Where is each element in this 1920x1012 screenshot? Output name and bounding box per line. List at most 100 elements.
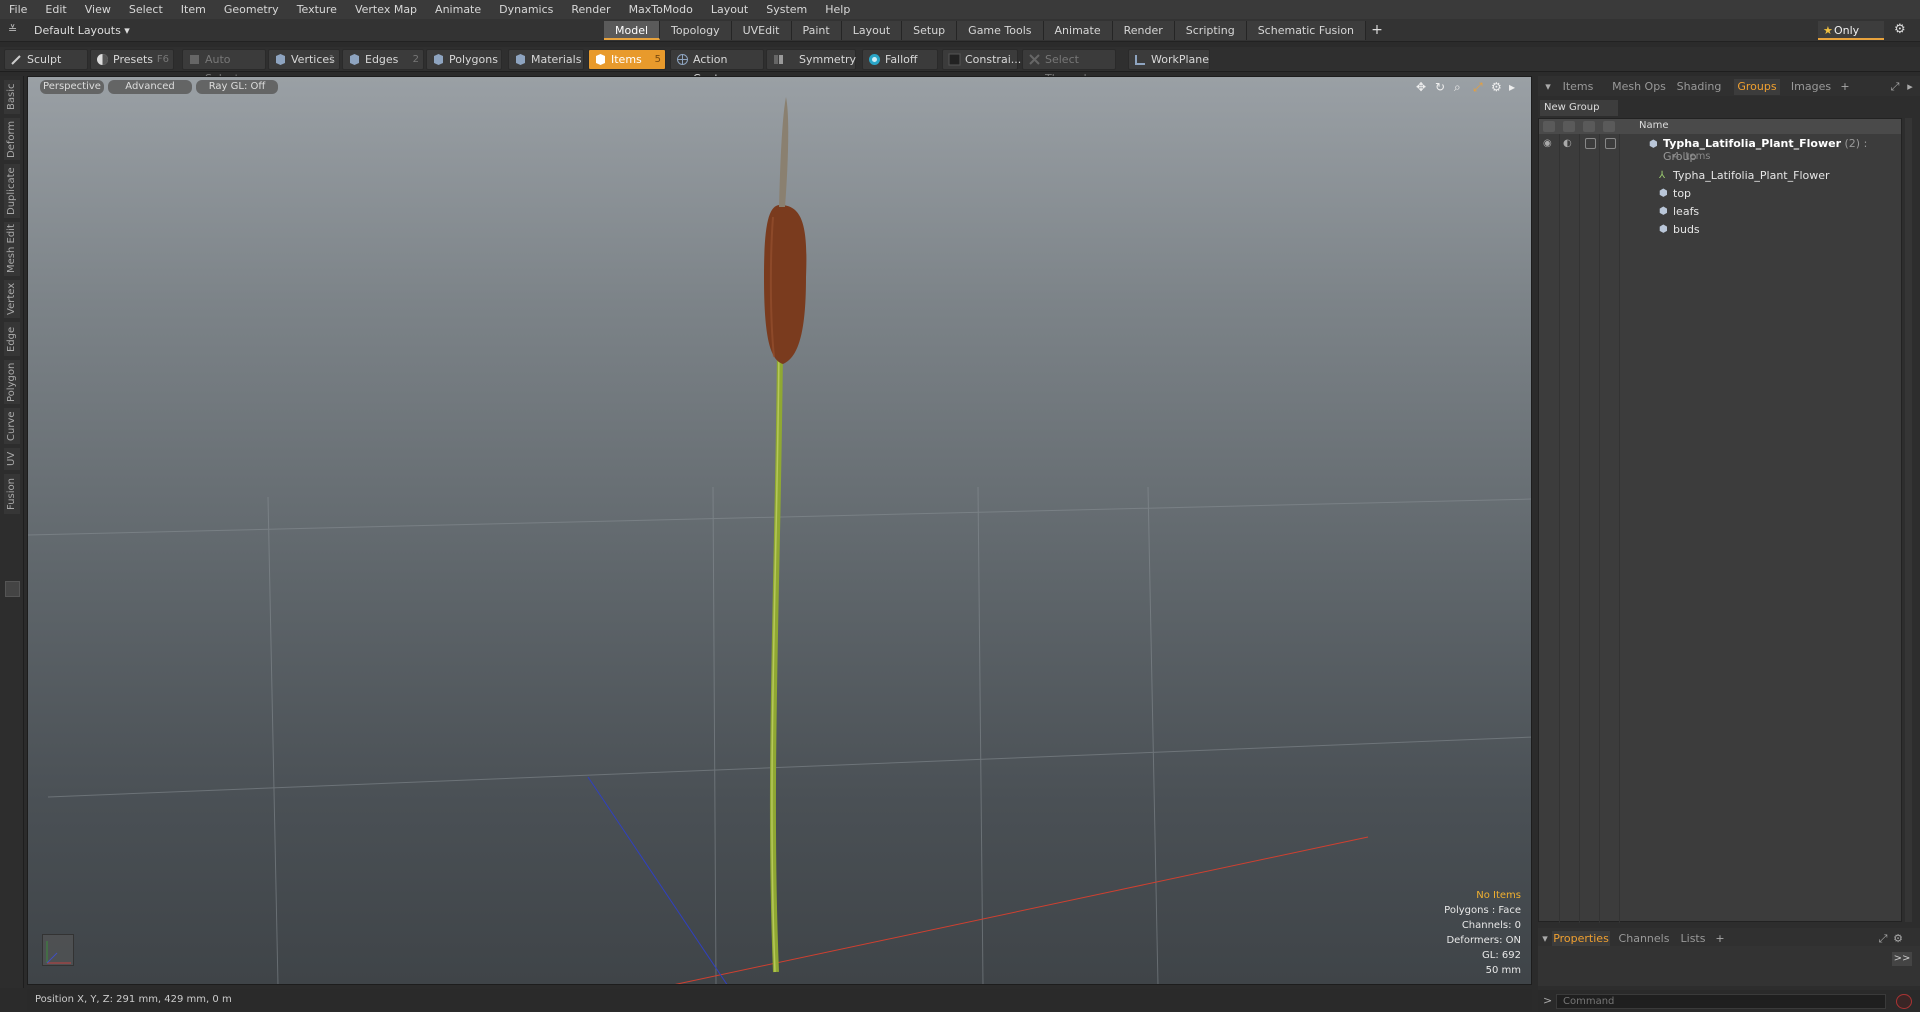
shading-advanced[interactable]: Advanced xyxy=(108,80,192,94)
falloff-button[interactable]: Falloff xyxy=(862,49,938,70)
vertices-button[interactable]: Vertices 1 xyxy=(268,49,340,70)
list-item[interactable]: ⬢ leafs xyxy=(1539,203,1901,221)
layout-dropdown[interactable]: Default Layouts ▾ xyxy=(26,22,138,39)
tab-animate[interactable]: Animate xyxy=(1043,21,1113,40)
command-input[interactable] xyxy=(1556,994,1886,1009)
panel-arrow-icon[interactable]: ▸ xyxy=(1904,79,1916,95)
menu-view[interactable]: View xyxy=(76,0,120,19)
tab-model[interactable]: Model xyxy=(604,21,661,40)
select-header-icon[interactable] xyxy=(1603,121,1615,132)
add-tab-button[interactable]: + xyxy=(1366,21,1388,40)
tab-game-tools[interactable]: Game Tools xyxy=(957,21,1044,40)
menu-select[interactable]: Select xyxy=(120,0,172,19)
menu-geometry[interactable]: Geometry xyxy=(215,0,288,19)
lock-header-icon[interactable] xyxy=(1583,121,1595,132)
polygons-button[interactable]: Polygons xyxy=(426,49,502,70)
vtab-edge[interactable]: Edge xyxy=(4,322,20,356)
name-column-header[interactable]: Name xyxy=(1639,120,1669,131)
props-menu-icon[interactable]: ▾ xyxy=(1540,931,1550,947)
tab-uvedit[interactable]: UVEdit xyxy=(731,21,792,40)
eye-icon[interactable]: ◉ xyxy=(1543,138,1555,149)
viewport-menu-icon[interactable]: ▸ xyxy=(1509,80,1515,94)
vtab-deform[interactable]: Deform xyxy=(4,118,20,160)
tab-items[interactable]: Items xyxy=(1558,79,1598,95)
view-mode-perspective[interactable]: Perspective xyxy=(40,80,104,94)
props-gear-icon[interactable]: ⚙ xyxy=(1892,931,1904,947)
list-item[interactable]: ⬢ buds xyxy=(1539,221,1901,239)
gear-icon[interactable]: ⚙ xyxy=(1894,22,1906,37)
action-center-button[interactable]: Action Center xyxy=(670,49,764,85)
menu-vertex-map[interactable]: Vertex Map xyxy=(346,0,426,19)
expand-button[interactable]: >> xyxy=(1892,952,1912,966)
maximize-icon[interactable]: ⤢ xyxy=(1888,79,1902,95)
tab-topology[interactable]: Topology xyxy=(660,21,732,40)
raygl-toggle[interactable]: Ray GL: Off xyxy=(196,80,278,94)
only-button[interactable]: ★ Only xyxy=(1818,21,1884,40)
tab-lists[interactable]: Lists xyxy=(1678,931,1708,947)
vtab-mesh-edit[interactable]: Mesh Edit xyxy=(4,222,20,276)
menu-item[interactable]: Item xyxy=(172,0,215,19)
menu-animate[interactable]: Animate xyxy=(426,0,490,19)
menu-maxtomodo[interactable]: MaxToModo xyxy=(620,0,702,19)
edges-button[interactable]: Edges 2 xyxy=(342,49,424,70)
list-scrollbar[interactable] xyxy=(1905,118,1912,922)
group-row[interactable]: ◉ ◐ ⬢ Typha_Latifolia_Plant_Flower (2) :… xyxy=(1539,135,1901,165)
strip-toggle-button[interactable] xyxy=(5,581,20,597)
panel-menu-icon[interactable]: ▾ xyxy=(1542,79,1554,95)
tab-groups[interactable]: Groups xyxy=(1734,79,1780,95)
tab-schematic-fusion[interactable]: Schematic Fusion xyxy=(1246,21,1367,40)
tab-shading[interactable]: Shading xyxy=(1674,79,1724,95)
auto-select-button[interactable]: Auto Select xyxy=(182,49,266,85)
zoom-view-icon[interactable]: ⌕ xyxy=(1454,80,1461,95)
vtab-curve[interactable]: Curve xyxy=(4,408,20,444)
vtab-basic[interactable]: Basic xyxy=(4,80,20,114)
move-view-icon[interactable]: ✥ xyxy=(1416,80,1426,94)
tab-channels[interactable]: Channels xyxy=(1618,931,1670,947)
tab-images[interactable]: Images xyxy=(1788,79,1834,95)
sculpt-button[interactable]: Sculpt xyxy=(4,49,88,70)
symmetry-button[interactable]: Symmetry xyxy=(766,49,856,70)
constraints-button[interactable]: Constrai... xyxy=(942,49,1021,70)
tab-mesh-ops[interactable]: Mesh Ops xyxy=(1610,79,1668,95)
tab-scripting[interactable]: Scripting xyxy=(1174,21,1247,40)
items-button[interactable]: Items 5 xyxy=(588,49,666,70)
viewport-settings-icon[interactable]: ⚙ xyxy=(1491,80,1502,94)
tab-setup[interactable]: Setup xyxy=(902,21,958,40)
visibility-header-icon[interactable] xyxy=(1543,121,1555,132)
vtab-duplicate[interactable]: Duplicate xyxy=(4,164,20,218)
menu-file[interactable]: File xyxy=(0,0,36,19)
tab-properties[interactable]: Properties xyxy=(1552,931,1610,947)
vtab-uv[interactable]: UV xyxy=(4,448,20,470)
menu-edit[interactable]: Edit xyxy=(36,0,75,19)
menu-dynamics[interactable]: Dynamics xyxy=(490,0,562,19)
add-props-tab-button[interactable]: + xyxy=(1714,931,1726,947)
list-item[interactable]: ⬢ top xyxy=(1539,185,1901,203)
menu-system[interactable]: System xyxy=(757,0,816,19)
menu-texture[interactable]: Texture xyxy=(288,0,346,19)
render-header-icon[interactable] xyxy=(1563,121,1575,132)
tab-paint[interactable]: Paint xyxy=(791,21,842,40)
vtab-fusion[interactable]: Fusion xyxy=(4,474,20,514)
select-through-button[interactable]: Select Through xyxy=(1022,49,1116,85)
workplane-button[interactable]: WorkPlane xyxy=(1128,49,1210,70)
menu-render[interactable]: Render xyxy=(562,0,619,19)
props-maximize-icon[interactable]: ⤢ xyxy=(1876,931,1890,947)
list-item[interactable]: ⅄ Typha_Latifolia_Plant_Flower xyxy=(1539,167,1901,185)
new-group-button[interactable]: New Group xyxy=(1540,100,1618,116)
menu-layout[interactable]: Layout xyxy=(702,0,757,19)
lock-checkbox[interactable] xyxy=(1585,138,1596,149)
fit-view-icon[interactable]: ⤢ xyxy=(1473,80,1483,95)
vtab-vertex[interactable]: Vertex xyxy=(4,280,20,318)
vtab-polygon[interactable]: Polygon xyxy=(4,360,20,404)
materials-button[interactable]: Materials xyxy=(508,49,584,70)
select-checkbox[interactable] xyxy=(1605,138,1616,149)
tab-render[interactable]: Render xyxy=(1112,21,1175,40)
3d-viewport[interactable]: Perspective Advanced Ray GL: Off ✥ ↻ ⌕ ⤢… xyxy=(27,76,1532,985)
tab-layout[interactable]: Layout xyxy=(841,21,903,40)
add-panel-tab-button[interactable]: + xyxy=(1838,79,1852,95)
command-stop-icon[interactable] xyxy=(1896,994,1912,1009)
presets-button[interactable]: Presets F6 xyxy=(90,49,174,70)
render-icon[interactable]: ◐ xyxy=(1563,138,1575,149)
menu-help[interactable]: Help xyxy=(816,0,859,19)
layout-collapse-icon[interactable]: ≚ xyxy=(8,23,22,37)
